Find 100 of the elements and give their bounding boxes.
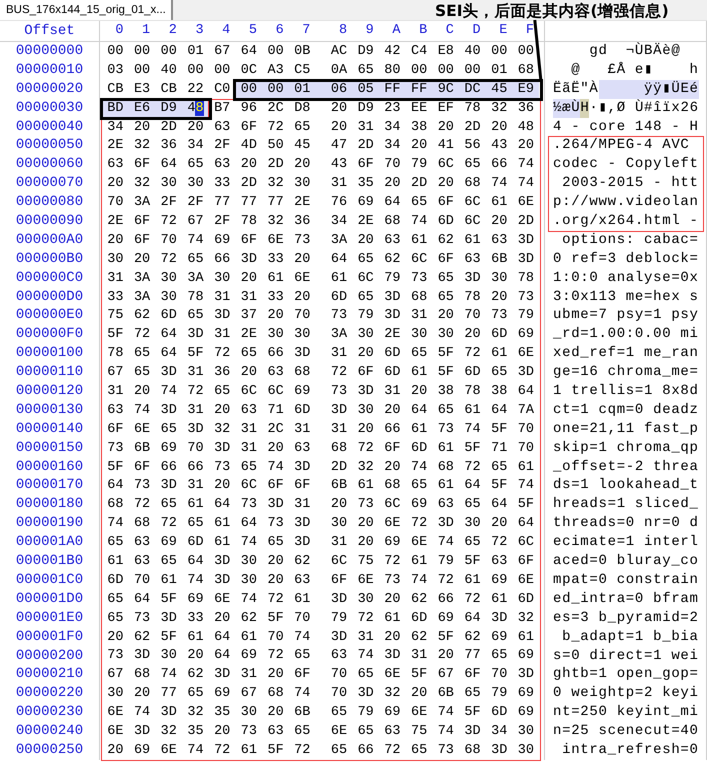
- ascii-text[interactable]: .264/MPEG-4 AVC: [553, 136, 699, 156]
- hex-byte[interactable]: 69: [491, 572, 508, 588]
- hex-byte[interactable]: 20: [240, 270, 257, 286]
- hex-byte[interactable]: 6C: [330, 554, 348, 569]
- ascii-text[interactable]: 3:0x113 me=hex s: [553, 288, 699, 306]
- hex-byte[interactable]: 69: [214, 686, 230, 702]
- ascii-text[interactable]: 2003-2015 - htt: [553, 174, 699, 194]
- hex-byte[interactable]: 30: [518, 724, 534, 739]
- hex-byte[interactable]: 6B: [134, 440, 150, 456]
- hex-byte[interactable]: 3D: [160, 610, 177, 626]
- hex-byte[interactable]: 63: [107, 157, 124, 172]
- hex-byte[interactable]: 78: [518, 270, 534, 286]
- hex-byte[interactable]: 69: [518, 705, 534, 720]
- hex-byte[interactable]: 78: [464, 384, 481, 399]
- hex-byte[interactable]: 70: [330, 667, 348, 682]
- hex-byte[interactable]: 77: [267, 195, 284, 210]
- hex-byte[interactable]: 73: [438, 422, 454, 437]
- hex-byte[interactable]: 33: [267, 252, 284, 267]
- hex-byte[interactable]: 64: [160, 346, 177, 362]
- hex-byte[interactable]: 31: [214, 290, 230, 305]
- hex-byte[interactable]: 74: [134, 705, 150, 720]
- hex-byte[interactable]: 32: [358, 460, 374, 475]
- hex-byte[interactable]: 20: [358, 232, 374, 248]
- hex-byte[interactable]: 78: [240, 214, 257, 229]
- hex-byte[interactable]: 74: [438, 535, 454, 550]
- hex-byte[interactable]: 6F: [134, 214, 150, 229]
- hex-byte[interactable]: 61: [491, 195, 508, 210]
- ascii-text[interactable]: aced=0 bluray_co: [553, 552, 699, 571]
- hex-byte[interactable]: 3D: [358, 686, 374, 702]
- ascii-text[interactable]: options: cabac=: [553, 230, 699, 250]
- hex-byte[interactable]: 0C: [240, 62, 257, 78]
- hex-byte[interactable]: 74: [410, 214, 428, 229]
- hex-byte[interactable]: 65: [160, 554, 177, 569]
- hex-byte[interactable]: 6F: [438, 252, 454, 267]
- hex-byte[interactable]: 63: [294, 440, 310, 456]
- hex-byte[interactable]: 69: [160, 440, 177, 456]
- hex-byte[interactable]: 31: [240, 290, 257, 305]
- hex-byte[interactable]: 6F: [134, 460, 150, 475]
- hex-byte[interactable]: 74: [240, 592, 257, 607]
- hex-byte[interactable]: 72: [464, 460, 481, 475]
- hex-byte[interactable]: 20: [464, 327, 481, 342]
- hex-byte[interactable]: 72: [134, 497, 150, 512]
- hex-byte[interactable]: 32: [214, 422, 230, 437]
- hex-byte[interactable]: 31: [240, 667, 257, 682]
- hex-byte[interactable]: 6C: [464, 195, 481, 210]
- hex-byte[interactable]: 32: [267, 214, 284, 229]
- hex-byte[interactable]: 61: [187, 497, 204, 512]
- hex-byte[interactable]: 66: [160, 460, 177, 475]
- hex-byte[interactable]: 3D: [358, 384, 374, 399]
- hex-byte[interactable]: 20: [214, 724, 230, 739]
- hex-byte[interactable]: 30: [294, 176, 310, 192]
- hex-byte[interactable]: 35: [214, 705, 230, 720]
- hex-byte[interactable]: 64: [464, 610, 481, 626]
- hex-byte[interactable]: 64: [518, 384, 534, 399]
- hex-byte[interactable]: 63: [438, 497, 454, 512]
- hex-byte[interactable]: 73: [491, 308, 508, 324]
- ascii-text[interactable]: ct=1 cqm=0 deadz: [553, 400, 699, 420]
- hex-byte[interactable]: 20: [107, 232, 124, 248]
- hex-byte[interactable]: 3A: [134, 195, 150, 210]
- hex-byte[interactable]: 5F: [491, 478, 508, 494]
- hex-byte[interactable]: 61: [160, 572, 177, 588]
- hex-byte[interactable]: 20: [410, 686, 428, 702]
- hex-byte[interactable]: 77: [160, 686, 177, 702]
- hex-byte[interactable]: 62: [240, 610, 257, 626]
- hex-byte[interactable]: 68: [384, 478, 400, 494]
- hex-byte[interactable]: 79: [410, 157, 428, 172]
- ascii-text[interactable]: ÿÿ▮ÜEé: [598, 80, 699, 99]
- ascii-text[interactable]: s=0 direct=1 wei: [553, 646, 699, 666]
- hex-byte[interactable]: 61: [214, 535, 230, 550]
- hex-byte[interactable]: 3D: [464, 724, 481, 739]
- hex-byte[interactable]: 6E: [330, 724, 348, 739]
- hex-byte[interactable]: 78: [107, 346, 124, 362]
- hex-byte[interactable]: 3A: [187, 270, 204, 286]
- hex-byte[interactable]: 3D: [518, 667, 534, 682]
- hex-byte[interactable]: 5F: [438, 630, 454, 645]
- hex-byte[interactable]: 64: [518, 516, 534, 532]
- ascii-text[interactable]: 4 - core 148 - H: [553, 118, 699, 136]
- hex-byte[interactable]: 63: [214, 120, 230, 134]
- hex-byte[interactable]: 69: [518, 648, 534, 664]
- hex-byte[interactable]: 61: [518, 460, 534, 475]
- hex-byte[interactable]: 80: [384, 62, 400, 78]
- hex-byte[interactable]: 20: [491, 214, 508, 229]
- hex-byte[interactable]: 2E: [384, 327, 400, 342]
- hex-byte[interactable]: 20: [214, 478, 230, 494]
- ascii-text[interactable]: ËãË"À: [553, 80, 599, 99]
- hex-byte[interactable]: 31: [240, 422, 257, 437]
- hex-byte[interactable]: 68: [438, 460, 454, 475]
- hex-byte[interactable]: 63: [214, 157, 230, 172]
- hex-byte[interactable]: 65: [330, 705, 348, 720]
- hex-byte[interactable]: 61: [240, 630, 257, 645]
- hex-byte[interactable]: 20: [267, 308, 284, 324]
- hex-byte[interactable]: 20: [267, 554, 284, 569]
- hex-byte[interactable]: D9: [358, 100, 374, 116]
- hex-byte[interactable]: 61: [464, 232, 481, 248]
- hex-byte[interactable]: 31: [330, 422, 348, 437]
- hex-byte[interactable]: 2D: [410, 176, 428, 192]
- hex-byte[interactable]: 0B: [294, 44, 310, 59]
- hex-byte[interactable]: 00: [267, 82, 284, 97]
- hex-byte[interactable]: 5F: [107, 327, 124, 342]
- hex-byte[interactable]: 34: [330, 214, 348, 229]
